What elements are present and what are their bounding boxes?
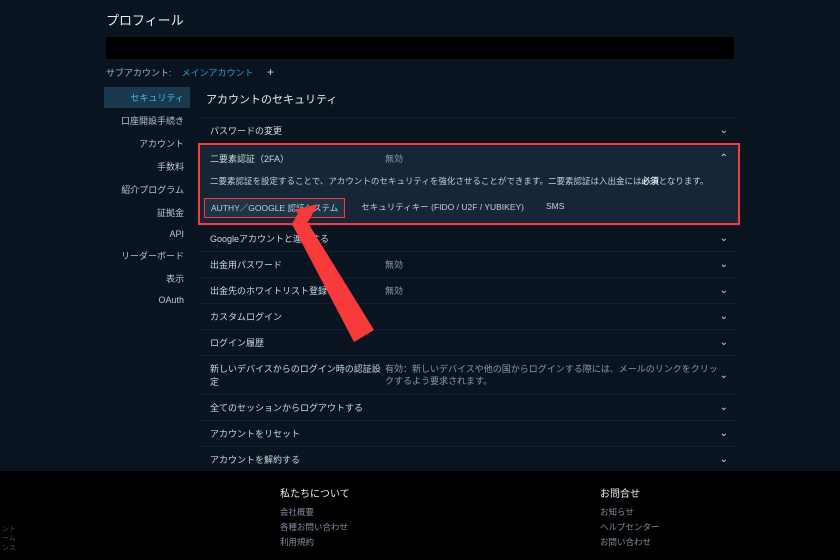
- row-label: 出金用パスワード: [210, 258, 385, 271]
- row-whitelist[interactable]: 出金先のホワイトリスト登録 無効 ⌄: [200, 277, 738, 303]
- subaccount-link[interactable]: メインアカウント: [182, 66, 254, 79]
- row-value: 無効: [385, 284, 720, 297]
- row-logout-all[interactable]: 全てのセッションからログアウトする ⌄: [200, 394, 738, 420]
- row-google-link[interactable]: Googleアカウントと連携する ⌄: [200, 225, 738, 251]
- row-label: パスワードの変更: [210, 124, 385, 137]
- row-label: カスタムログイン: [210, 310, 385, 323]
- footer-col-contact: お問合せ お知らせ ヘルプセンター お問い合わせ: [600, 485, 760, 548]
- row-custom-login[interactable]: カスタムログイン ⌄: [200, 303, 738, 329]
- row-withdraw-password[interactable]: 出金用パスワード 無効 ⌄: [200, 251, 738, 277]
- sidebar-item-referral[interactable]: 紹介プログラム: [104, 179, 190, 200]
- section-title: アカウントのセキュリティ: [200, 87, 738, 117]
- sidebar-item-fees[interactable]: 手数料: [104, 156, 190, 177]
- footer: ント ーム ンス 私たちについて 会社概要 各種お問い合わせ 利用規約 お問合せ…: [0, 471, 840, 560]
- chevron-down-icon: ⌄: [720, 454, 728, 465]
- chevron-down-icon: ⌄: [720, 402, 728, 413]
- sidebar: セキュリティ 口座開設手続き アカウント 手数料 紹介プログラム 証拠金 API…: [104, 87, 190, 473]
- footer-link-news[interactable]: お知らせ: [600, 506, 760, 518]
- row-login-history[interactable]: ログイン履歴 ⌄: [200, 329, 738, 355]
- sidebar-item-oauth[interactable]: OAuth: [104, 291, 190, 309]
- tab-sms[interactable]: SMS: [546, 201, 564, 215]
- row-value: 有効：新しいデバイスや他の国からログインする際には、メールのリンクをクリックする…: [385, 363, 720, 387]
- row-label: Googleアカウントと連携する: [210, 232, 385, 245]
- redacted-region: [106, 37, 734, 59]
- page-title: プロフィール: [0, 0, 840, 37]
- row-value: 無効: [385, 152, 720, 165]
- chevron-up-icon: ⌃: [720, 153, 728, 164]
- row-label: 出金先のホワイトリスト登録: [210, 284, 385, 297]
- sidebar-item-margin[interactable]: 証拠金: [104, 202, 190, 223]
- tab-security-key[interactable]: セキュリティキー (FIDO / U2F / YUBIKEY): [361, 201, 524, 215]
- row-new-device-auth[interactable]: 新しいデバイスからのログイン時の認証設定 有効：新しいデバイスや他の国からログイ…: [200, 355, 738, 394]
- footer-col-about: 私たちについて 会社概要 各種お問い合わせ 利用規約: [280, 485, 440, 548]
- row-twofa[interactable]: 二要素認証（2FA） 無効 ⌃: [200, 145, 738, 171]
- row-reset-account[interactable]: アカウントをリセット ⌄: [200, 420, 738, 446]
- sidebar-item-security[interactable]: セキュリティ: [104, 87, 190, 108]
- footer-left-fragment: ント ーム ンス: [0, 525, 16, 554]
- row-label: アカウントを解約する: [210, 453, 385, 466]
- row-label: ログイン履歴: [210, 336, 385, 349]
- tab-authy-google[interactable]: AUTHY／GOOGLE 認証システム: [204, 198, 345, 218]
- chevron-down-icon: ⌄: [720, 370, 728, 381]
- main-panel: アカウントのセキュリティ パスワードの変更 ⌄ 二要素認証（2FA） 無効 ⌃ …: [200, 87, 840, 473]
- sidebar-item-account[interactable]: アカウント: [104, 133, 190, 154]
- footer-link-help[interactable]: ヘルプセンター: [600, 521, 760, 533]
- chevron-down-icon: ⌄: [720, 337, 728, 348]
- chevron-down-icon: ⌄: [720, 428, 728, 439]
- row-label: アカウントをリセット: [210, 427, 385, 440]
- twofa-description: 二要素認証を設定することで、アカウントのセキュリティを強化させることができます。…: [200, 171, 738, 195]
- footer-link-company[interactable]: 会社概要: [280, 506, 440, 518]
- twofa-tabs: AUTHY／GOOGLE 認証システム セキュリティキー (FIDO / U2F…: [200, 195, 738, 223]
- subaccount-bar: サブアカウント: メインアカウント +: [0, 63, 840, 87]
- row-cancel-account[interactable]: アカウントを解約する ⌄: [200, 446, 738, 473]
- sidebar-item-leaderboard[interactable]: リーダーボード: [104, 245, 190, 266]
- row-label: 二要素認証（2FA）: [210, 152, 385, 165]
- row-label: 新しいデバイスからのログイン時の認証設定: [210, 362, 385, 388]
- add-subaccount-button[interactable]: +: [264, 65, 278, 79]
- twofa-highlight-box: 二要素認証（2FA） 無効 ⌃ 二要素認証を設定することで、アカウントのセキュリ…: [198, 143, 740, 225]
- row-change-password[interactable]: パスワードの変更 ⌄: [200, 117, 738, 143]
- footer-link-contact[interactable]: お問い合わせ: [600, 536, 760, 548]
- footer-link-terms[interactable]: 利用規約: [280, 536, 440, 548]
- footer-heading: 私たちについて: [280, 485, 440, 500]
- chevron-down-icon: ⌄: [720, 311, 728, 322]
- chevron-down-icon: ⌄: [720, 125, 728, 136]
- sidebar-item-display[interactable]: 表示: [104, 268, 190, 289]
- row-label: 全てのセッションからログアウトする: [210, 401, 385, 414]
- subaccount-label: サブアカウント:: [106, 66, 172, 79]
- chevron-down-icon: ⌄: [720, 285, 728, 296]
- sidebar-item-api[interactable]: API: [104, 225, 190, 243]
- footer-link-inquiries[interactable]: 各種お問い合わせ: [280, 521, 440, 533]
- sidebar-item-account-opening[interactable]: 口座開設手続き: [104, 110, 190, 131]
- footer-heading: お問合せ: [600, 485, 760, 500]
- chevron-down-icon: ⌄: [720, 259, 728, 270]
- row-value: 無効: [385, 258, 720, 271]
- chevron-down-icon: ⌄: [720, 233, 728, 244]
